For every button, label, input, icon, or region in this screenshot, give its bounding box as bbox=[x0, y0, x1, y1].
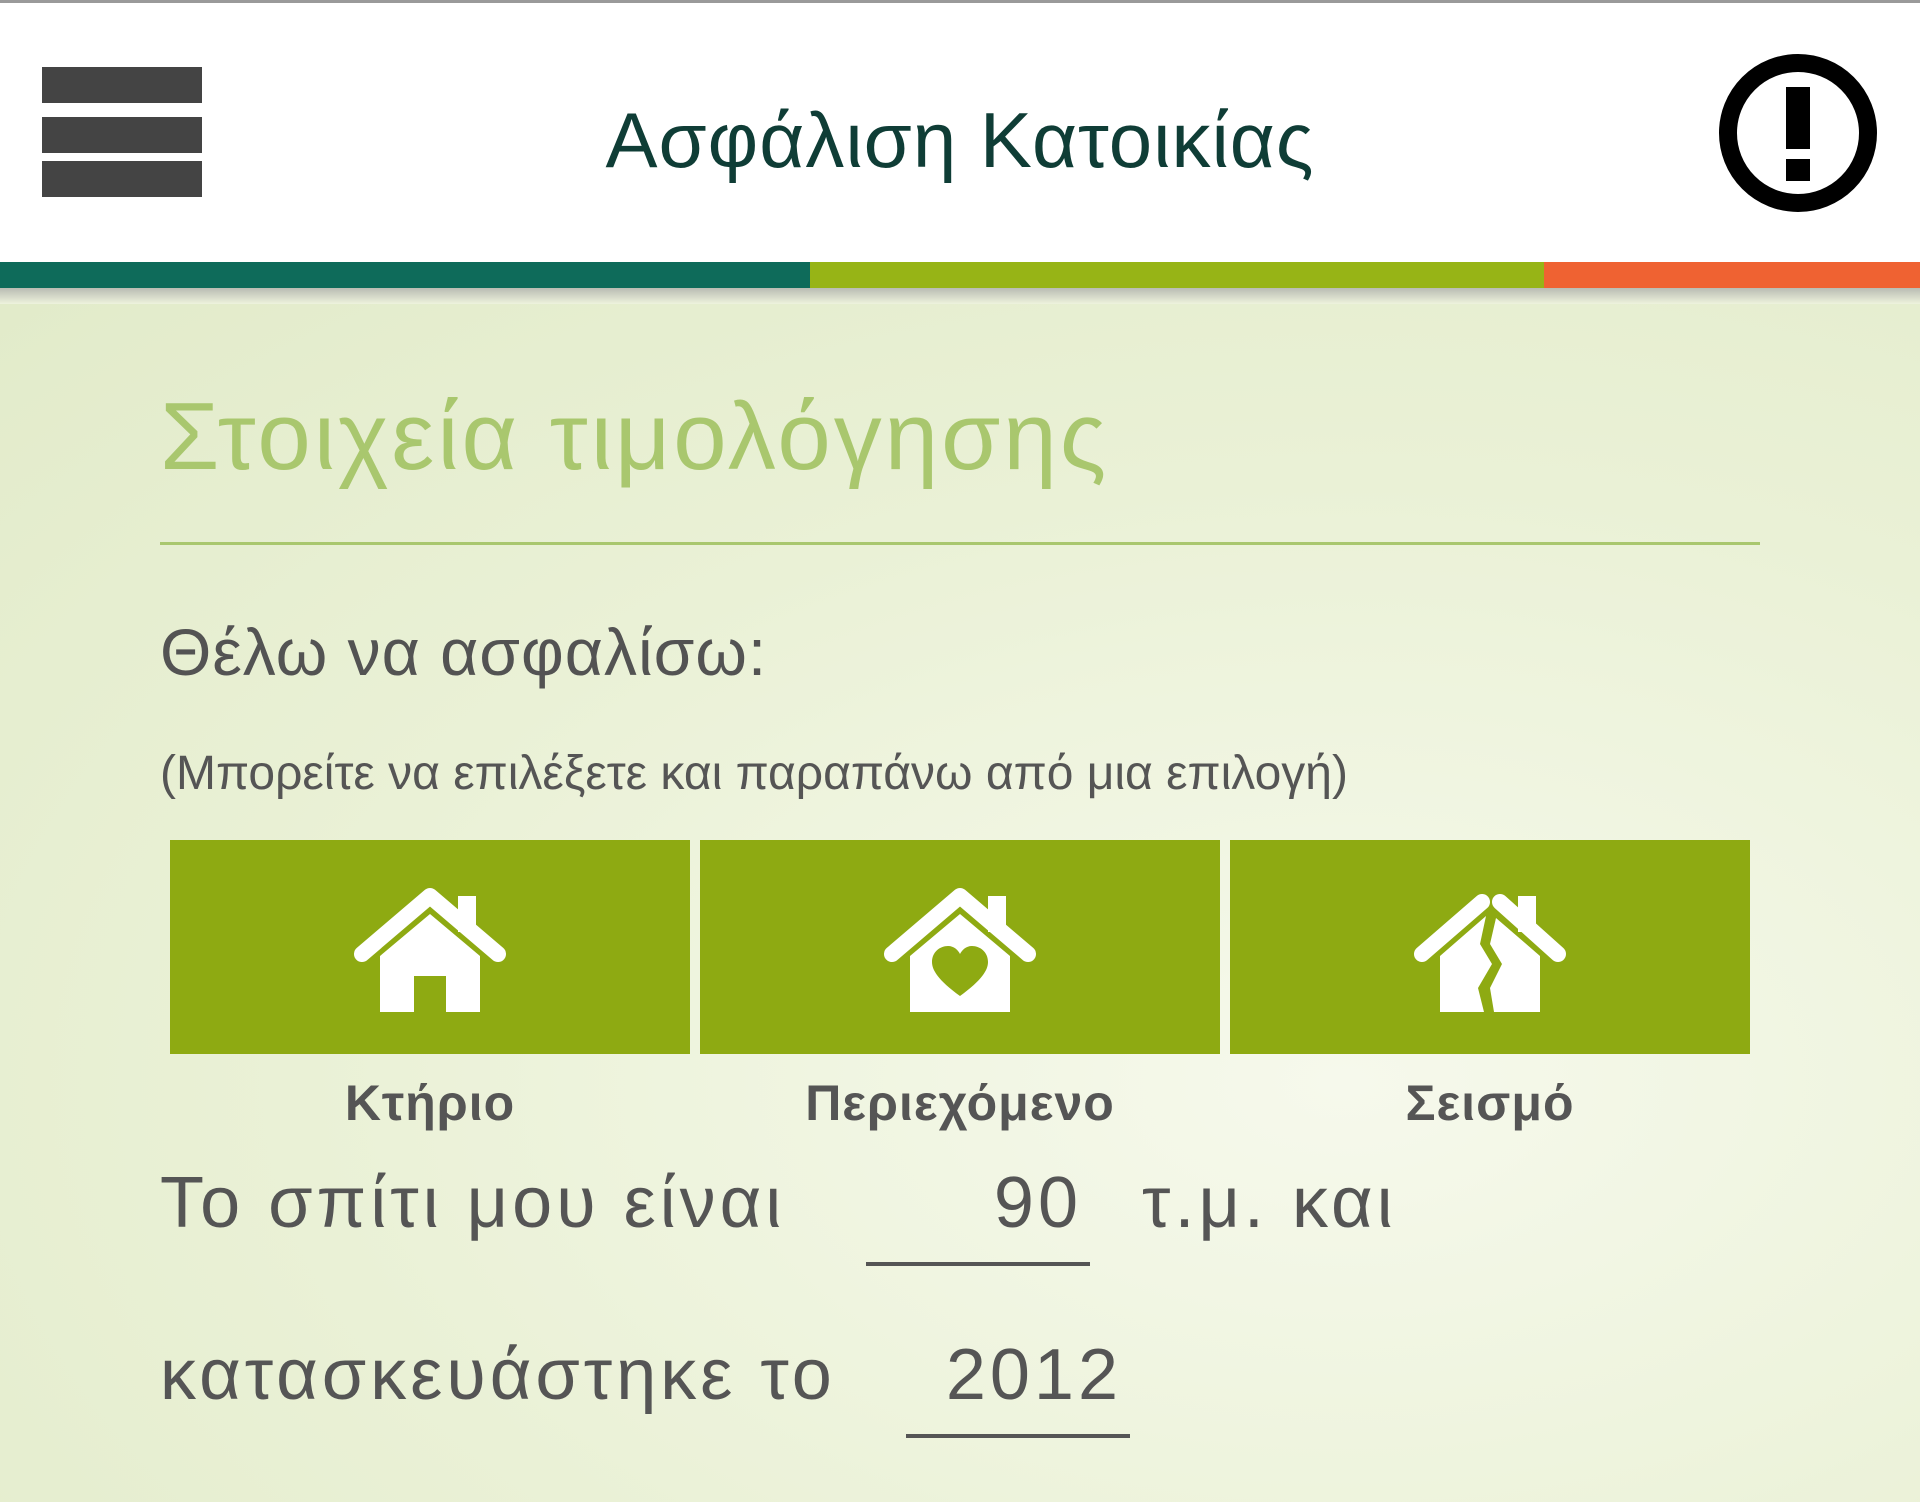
strip-segment-green bbox=[810, 262, 1544, 288]
app-header: Ασφάλιση Κατοικίας bbox=[0, 0, 1920, 262]
area-value: 90 bbox=[993, 1163, 1082, 1243]
option-contents[interactable]: Περιεχόμενο bbox=[700, 840, 1220, 1132]
option-earthquake[interactable]: Σεισμό bbox=[1230, 840, 1750, 1132]
multi-select-hint: (Μπορείτε να επιλέξετε και παραπάνω από … bbox=[160, 747, 1348, 800]
section-divider bbox=[160, 542, 1760, 545]
header-shadow bbox=[0, 288, 1920, 304]
insure-question: Θέλω να ασφαλίσω: bbox=[160, 615, 768, 689]
option-earthquake-label: Σεισμό bbox=[1405, 1075, 1575, 1131]
area-prefix-text: Το σπίτι μου είναι bbox=[160, 1163, 786, 1243]
strip-segment-teal bbox=[0, 262, 810, 288]
option-contents-label: Περιεχόμενο bbox=[805, 1075, 1115, 1131]
section-title: Στοιχεία τιμολόγησης bbox=[160, 383, 1110, 490]
area-suffix-text: τ.μ. και bbox=[1142, 1163, 1397, 1243]
construction-year-input[interactable]: 2012 bbox=[906, 1334, 1130, 1438]
year-prefix-text: κατασκευάστηκε το bbox=[160, 1335, 836, 1415]
option-earthquake-tile[interactable] bbox=[1230, 840, 1750, 1054]
option-contents-tile[interactable] bbox=[700, 840, 1220, 1054]
header-color-strip bbox=[0, 262, 1920, 288]
year-value: 2012 bbox=[945, 1335, 1122, 1415]
main-content: Στοιχεία τιμολόγησης Θέλω να ασφαλίσω: (… bbox=[0, 304, 1920, 1502]
option-building-label: Κτήριο bbox=[344, 1075, 516, 1131]
house-cracked-icon bbox=[1414, 894, 1566, 1012]
strip-segment-orange bbox=[1544, 262, 1920, 288]
house-heart-icon bbox=[884, 888, 1036, 1012]
option-building-tile[interactable] bbox=[170, 840, 690, 1054]
page-title: Ασφάλιση Κατοικίας bbox=[605, 96, 1315, 184]
house-icon bbox=[354, 888, 506, 1012]
area-input[interactable]: 90 bbox=[866, 1162, 1090, 1266]
option-building[interactable]: Κτήριο bbox=[170, 840, 690, 1132]
exclamation-circle-icon[interactable] bbox=[1716, 51, 1880, 215]
